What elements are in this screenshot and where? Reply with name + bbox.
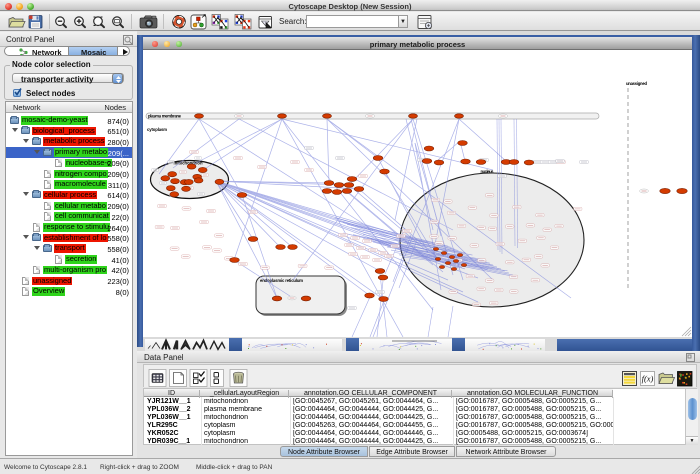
svg-text:cytoplasm: cytoplasm (147, 127, 167, 132)
svg-text:f(x): f(x) (642, 374, 654, 384)
svg-text:plasma membrane: plasma membrane (148, 114, 182, 119)
svg-text:endoplasmic reticulum: endoplasmic reticulum (260, 278, 303, 283)
svg-text:unassigned: unassigned (626, 81, 647, 86)
